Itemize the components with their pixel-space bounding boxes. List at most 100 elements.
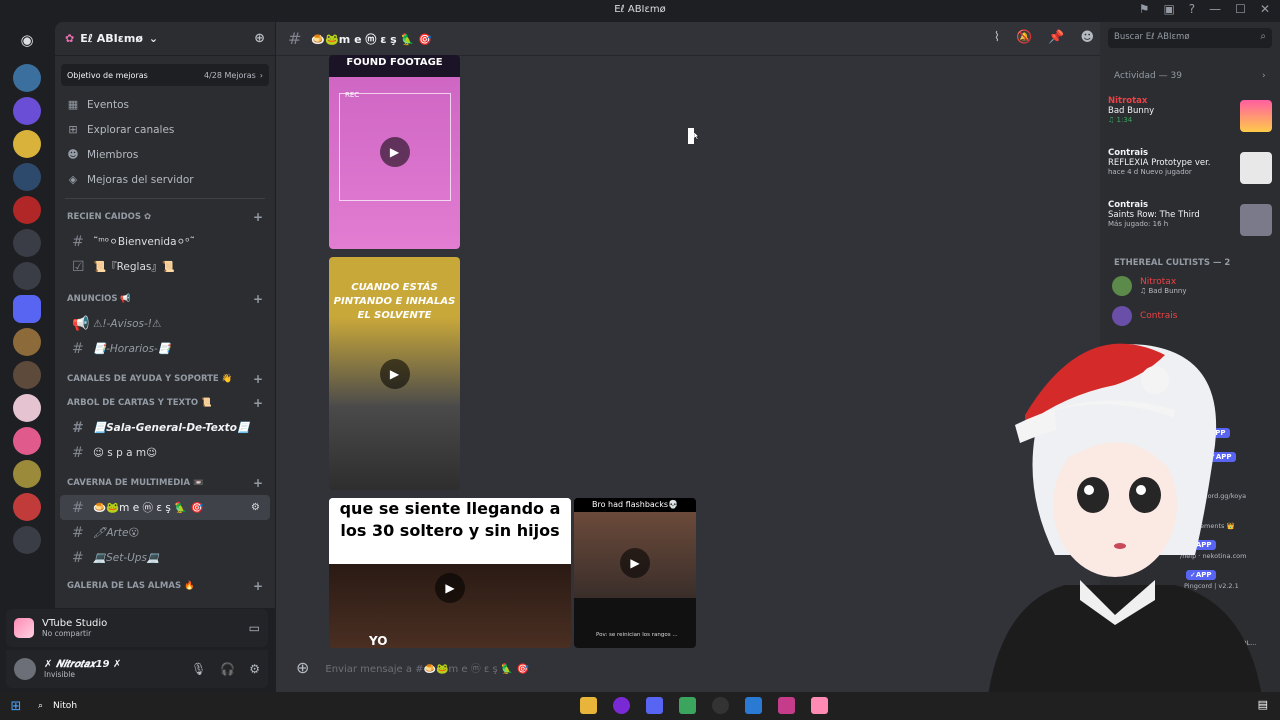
server-icon[interactable] [13,361,41,389]
add-channel-icon[interactable]: + [253,292,263,306]
channel-header: # 🍮🐸m e ⓜ ε ş 🦜 🎯 [276,22,1100,56]
server-icon[interactable] [13,394,41,422]
server-icon[interactable] [13,130,41,158]
add-channel-icon[interactable]: + [253,396,263,410]
category-arbol[interactable]: ARBOL DE CARTAS Y TEXTO 📜 + [55,391,275,415]
nav-browse-channels[interactable]: ⊞ Explorar canales [55,117,275,142]
members-list-icon[interactable]: ☻ [1080,30,1094,45]
category-recien-caidos[interactable]: RECIEN CAIDOS ✿ + [55,205,275,229]
invite-icon[interactable]: ⊕ [254,31,265,46]
app-icon[interactable] [745,697,762,714]
add-channel-icon[interactable]: + [253,476,263,490]
help-icon[interactable]: ? [1189,2,1195,16]
gear-icon[interactable]: ⚙ [249,662,260,676]
headphones-icon[interactable]: 🎧 [220,662,235,676]
activity-card[interactable]: Contrais REFLEXIA Prototype ver. hace 4 … [1108,148,1272,192]
channel-arte[interactable]: # 🖊Arte😮 [60,520,270,545]
windows-taskbar: ⊞ ⌕ Nitoh ▤ [0,692,1280,720]
windows-start-icon[interactable]: ⊞ [0,699,32,714]
play-button[interactable]: ▶ [435,573,465,603]
channel-sala-general[interactable]: # 📃Sala-General-De-Texto📃 [60,415,270,440]
category-label: GALERIA DE LAS ALMAS 🔥 [67,581,195,591]
video-attachment[interactable]: Bro had flashbacks💀 Pov: se reinician lo… [574,498,696,648]
category-galeria[interactable]: GALERIA DE LAS ALMAS 🔥 + [55,574,275,598]
channel-memes[interactable]: # 🍮🐸m e ⓜ ε ş 🦜 🎯 ⚙ [60,495,270,520]
pin-icon[interactable]: 📌 [1048,30,1064,45]
inbox-icon[interactable]: ⚑ [1139,2,1150,16]
obs-icon[interactable] [712,697,729,714]
category-ayuda[interactable]: CANALES DE AYUDA Y SOPORTE 👋 + [55,367,275,391]
discord-taskbar-icon[interactable] [646,697,663,714]
taskbar-search[interactable]: ⌕ Nitoh [38,701,77,711]
channel-setups[interactable]: # 💻Set-Ups💻 [60,545,270,570]
server-icon[interactable] [13,328,41,356]
channel-horarios[interactable]: # 📑-Horarios-📑 [60,336,270,361]
video-caption: FOUND FOOTAGE [346,57,443,68]
discord-home-icon[interactable]: ◉ [13,26,41,54]
server-icon[interactable] [13,97,41,125]
minimize-button[interactable]: — [1209,2,1221,16]
channel-bienvenida[interactable]: # ˜ᵐᵒ⚪Bienvenida⚪ᵒ˜ [60,229,270,254]
activity-card[interactable]: Nitrotax Bad Bunny ♫ 1:34 [1108,96,1272,140]
mute-icon[interactable]: 🔕 [1016,30,1032,45]
screen-icon[interactable]: ▣ [1163,2,1174,16]
boost-progress: 4/28 Mejoras [203,70,256,80]
play-button[interactable]: ▶ [379,358,410,389]
server-folder[interactable] [13,262,41,290]
add-channel-icon[interactable]: + [253,372,263,386]
video-attachment[interactable]: CUANDO ESTÁS PINTANDO E INHALAS EL SOLVE… [329,257,460,490]
hash-icon: # [288,29,302,48]
close-button[interactable]: ✕ [1260,2,1270,16]
opera-icon[interactable] [613,697,630,714]
server-folder[interactable] [13,526,41,554]
channel-spam[interactable]: # 😉 s p a m😉 [60,440,270,465]
app-icon[interactable] [778,697,795,714]
activity-header[interactable]: Actividad — 39 › [1114,71,1266,81]
nav-members[interactable]: ☻ Miembros [55,142,275,167]
server-icon[interactable] [13,460,41,488]
channel-avisos[interactable]: 📢 ⚠!-Avisos-!⚠ [60,311,270,336]
server-folder[interactable] [13,229,41,257]
channel-settings-icon[interactable]: ⚙ [251,502,260,513]
maximize-button[interactable]: ☐ [1235,2,1246,16]
server-list: ◉ [0,22,54,692]
member-name: Nitrotax [1140,277,1177,287]
file-explorer-icon[interactable] [580,697,597,714]
server-icon[interactable] [13,64,41,92]
vtube-studio-icon[interactable] [811,697,828,714]
search-input[interactable]: Buscar Eℓ ABIεmø ⌕ [1108,28,1272,48]
member-item[interactable]: Nitrotax ♫ Bad Bunny [1112,276,1187,296]
server-icon[interactable] [13,427,41,455]
notification-icon[interactable]: ▤ [1258,698,1268,711]
category-label: RECIEN CAIDOS ✿ [67,212,152,222]
server-icon[interactable] [13,196,41,224]
avatar[interactable] [14,658,36,680]
play-button[interactable]: ▶ [620,548,650,578]
server-icon[interactable] [13,163,41,191]
add-channel-icon[interactable]: + [253,210,263,224]
microphone-icon[interactable]: 🎙 [191,662,206,676]
add-attachment-icon[interactable]: ⊕ [296,658,309,677]
message-composer[interactable]: ⊕ Enviar mensaje a #🍮🐸m e ⓜ ε ş 🦜 🎯 [288,652,968,682]
category-multimedia[interactable]: CAVERNA DE MULTIMEDIA 📼 + [55,471,275,495]
video-attachment[interactable]: FOUND FOOTAGE REC ▶ [329,55,460,249]
threads-icon[interactable]: ⌇ [994,30,1000,45]
channel-reglas[interactable]: ☑ 📜『Reglas』📜 [60,254,270,279]
screen-share-icon[interactable]: ▭ [249,621,260,635]
video-attachment[interactable]: que se siente llegando a los 30 soltero … [329,498,571,648]
add-channel-icon[interactable]: + [253,579,263,593]
message-input-placeholder[interactable]: Enviar mensaje a #🍮🐸m e ⓜ ε ş 🦜 🎯 [325,660,529,675]
boost-goal[interactable]: Objetivo de mejoras 4/28 Mejoras › [61,64,269,86]
nav-server-boost[interactable]: ◈ Mejoras del servidor [55,167,275,192]
minecraft-icon[interactable] [679,697,696,714]
play-button[interactable]: ▶ [379,137,410,167]
activity-card[interactable]: Contrais Saints Row: The Third Más jugad… [1108,200,1272,244]
server-icon[interactable] [13,493,41,521]
category-anuncios[interactable]: ANUNCIOS 📢 + [55,287,275,311]
category-label: ARBOL DE CARTAS Y TEXTO 📜 [67,398,212,408]
channel-label: 💻Set-Ups💻 [93,552,160,564]
nav-events[interactable]: ▦ Eventos [55,92,275,117]
category-label: CAVERNA DE MULTIMEDIA 📼 [67,478,204,488]
server-header[interactable]: ✿ Eℓ ABIεmø ⌄ ⊕ [55,22,275,56]
server-icon[interactable] [13,295,41,323]
